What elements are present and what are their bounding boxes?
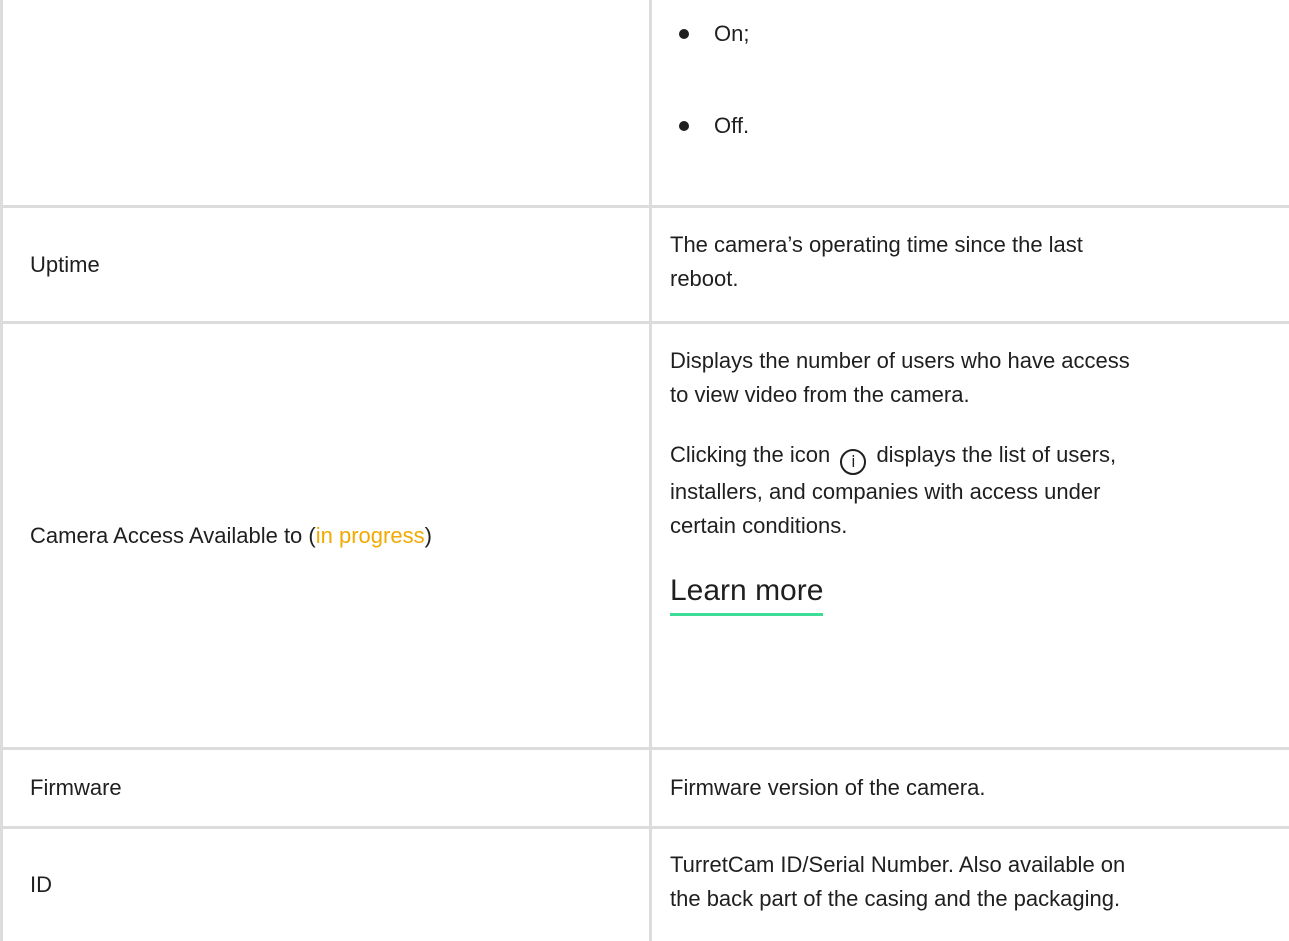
table-row: On; Off. xyxy=(670,17,1282,143)
firmware-description: Firmware version of the camera. xyxy=(670,775,986,800)
firmware-label: Firmware xyxy=(30,775,122,800)
list-item: On; xyxy=(670,17,1282,51)
table-border-left xyxy=(0,0,3,941)
list-item: Off. xyxy=(670,109,1282,143)
camera-access-label: Camera Access Available to (in progress) xyxy=(30,522,432,548)
device-settings-table: On; Off. Uptime The camera’s operating t… xyxy=(0,0,1289,941)
uptime-label: Uptime xyxy=(30,251,100,277)
info-circle-icon: i xyxy=(840,449,867,475)
option-list: On; Off. xyxy=(670,17,1282,143)
uptime-description: The camera’s operating time since the la… xyxy=(670,232,1083,291)
dot-icon xyxy=(679,121,689,131)
table-border-middle xyxy=(649,0,652,941)
table-row-label: Camera Access Available to (in progress) xyxy=(30,324,630,747)
table-row-label: Uptime xyxy=(30,208,630,321)
in-progress-badge: in progress xyxy=(315,522,425,548)
id-description: TurretCam ID/Serial Number. Also availab… xyxy=(670,852,1126,911)
dot-icon xyxy=(679,29,689,39)
camera-access-description: Displays the number of users who have ac… xyxy=(670,344,1282,616)
learn-more-link[interactable]: Learn more xyxy=(670,571,824,616)
id-label: ID xyxy=(30,872,52,897)
table-row-label: Firmware xyxy=(30,750,630,826)
table-row-label: ID xyxy=(30,829,630,941)
